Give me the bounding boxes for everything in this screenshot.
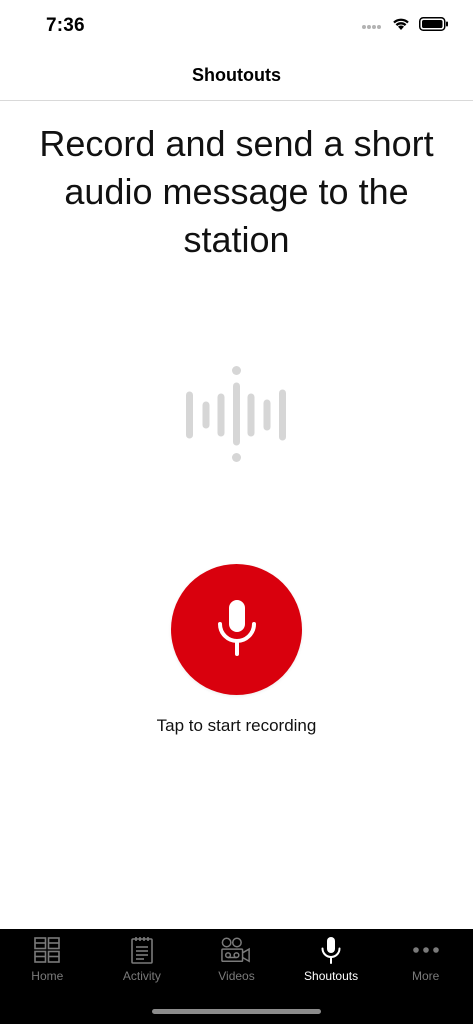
tab-label: Activity: [122, 969, 161, 983]
headline: Record and send a short audio message to…: [39, 123, 434, 260]
more-dots-icon: [411, 935, 441, 965]
nav-bar: Shoutouts: [0, 52, 473, 101]
status-icons: [361, 16, 449, 36]
page-title: Shoutouts: [192, 64, 281, 85]
status-bar: 7:36: [0, 0, 473, 52]
record-button[interactable]: [171, 564, 302, 695]
signal-dots-icon: [361, 17, 383, 35]
status-time: 7:36: [46, 15, 85, 36]
video-camera-icon: [221, 935, 251, 965]
waveform-icon: [185, 364, 289, 464]
notepad-icon: [127, 935, 157, 965]
battery-icon: [419, 16, 449, 36]
tab-more[interactable]: More: [378, 929, 473, 993]
tab-activity[interactable]: Activity: [95, 929, 190, 993]
wifi-icon: [391, 16, 411, 36]
microphone-icon: [215, 598, 259, 661]
tab-label: Shoutouts: [304, 969, 359, 983]
tab-label: More: [412, 969, 440, 983]
tab-label: Home: [31, 969, 64, 983]
tab-videos[interactable]: Videos: [189, 929, 284, 993]
tab-home[interactable]: Home: [0, 929, 95, 993]
microphone-icon: [316, 935, 346, 965]
home-indicator[interactable]: [152, 1009, 321, 1014]
grid-icon: [32, 935, 62, 965]
tab-label: Videos: [218, 969, 255, 983]
tab-shoutouts[interactable]: Shoutouts: [284, 929, 379, 993]
record-hint: Tap to start recording: [156, 716, 317, 735]
